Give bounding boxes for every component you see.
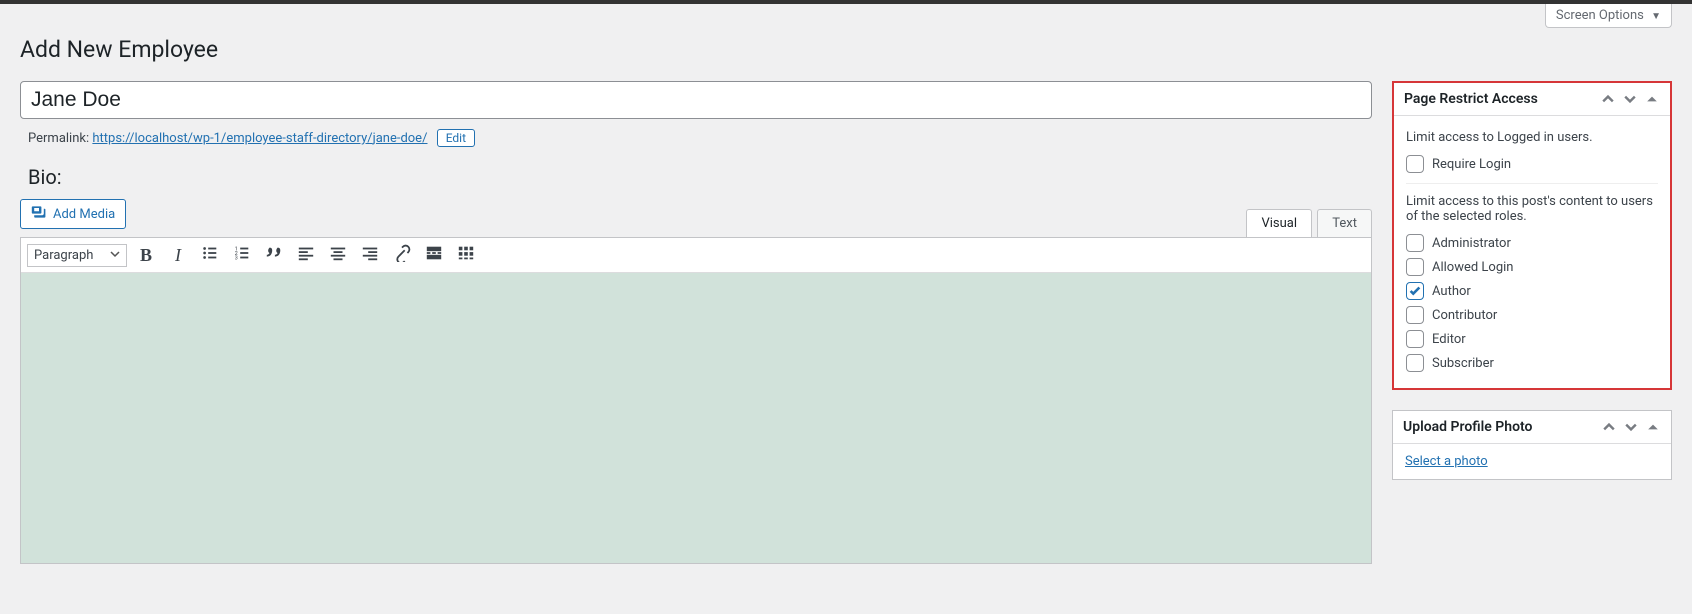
role-label: Subscriber [1432,356,1494,371]
permalink-row: Permalink: https://localhost/wp-1/employ… [28,129,1372,147]
add-media-label: Add Media [53,207,115,222]
media-icon [31,204,47,224]
restrict-desc-1: Limit access to Logged in users. [1406,130,1658,145]
role-checkbox-allowed-login[interactable]: Allowed Login [1406,258,1658,276]
align-right-icon [361,244,379,266]
link-icon [393,244,411,266]
page-restrict-access-panel: Page Restrict Access Limit access to Log… [1392,81,1672,390]
move-down-icon[interactable] [1622,91,1638,107]
italic-button[interactable]: I [165,242,191,268]
role-checkbox-subscriber[interactable]: Subscriber [1406,354,1658,372]
add-media-button[interactable]: Add Media [20,199,126,229]
role-checkbox-editor[interactable]: Editor [1406,330,1658,348]
restrict-panel-title: Page Restrict Access [1404,91,1538,107]
require-login-label: Require Login [1432,157,1511,172]
checkbox-icon [1406,258,1424,276]
screen-options-label: Screen Options [1556,8,1644,23]
bio-label: Bio: [28,165,1372,189]
page-title: Add New Employee [20,36,1672,63]
bullet-list-button[interactable] [197,242,223,268]
quote-icon [265,244,283,266]
permalink-slug: jane-doe/ [373,131,428,146]
toolbar-toggle-icon [457,244,475,266]
edit-permalink-button[interactable]: Edit [437,129,475,147]
format-select[interactable]: Paragraph [27,244,127,267]
role-checkbox-administrator[interactable]: Administrator [1406,234,1658,252]
move-up-icon[interactable] [1600,91,1616,107]
toggle-panel-icon[interactable] [1645,419,1661,435]
require-login-checkbox[interactable]: Require Login [1406,155,1658,173]
permalink-link[interactable]: https://localhost/wp-1/employee-staff-di… [92,131,427,146]
checkbox-icon [1406,282,1424,300]
format-label: Paragraph [34,248,93,263]
role-checkbox-author[interactable]: Author [1406,282,1658,300]
blockquote-button[interactable] [261,242,287,268]
checkbox-icon [1406,234,1424,252]
italic-icon: I [175,245,181,266]
align-center-icon [329,244,347,266]
svg-text:3: 3 [235,255,238,261]
bold-icon: B [140,245,152,266]
link-button[interactable] [389,242,415,268]
align-left-button[interactable] [293,242,319,268]
role-label: Administrator [1432,236,1511,251]
toolbar-toggle-button[interactable] [453,242,479,268]
align-center-button[interactable] [325,242,351,268]
role-label: Author [1432,284,1471,299]
numbered-list-icon: 123 [233,244,251,266]
bullet-list-icon [201,244,219,266]
role-label: Allowed Login [1432,260,1514,275]
read-more-button[interactable] [421,242,447,268]
permalink-label: Permalink: [28,131,89,146]
move-down-icon[interactable] [1623,419,1639,435]
role-checkbox-contributor[interactable]: Contributor [1406,306,1658,324]
upload-profile-photo-panel: Upload Profile Photo Select a photo [1392,410,1672,480]
numbered-list-button[interactable]: 123 [229,242,255,268]
tab-text[interactable]: Text [1317,209,1372,237]
checkbox-icon [1406,306,1424,324]
caret-down-icon: ▼ [1651,11,1661,22]
checkbox-icon [1406,330,1424,348]
photo-panel-title: Upload Profile Photo [1403,419,1532,435]
role-label: Contributor [1432,308,1497,323]
post-title-input[interactable] [20,81,1372,119]
role-label: Editor [1432,332,1466,347]
editor-content-area[interactable] [21,273,1371,563]
screen-options-button[interactable]: Screen Options ▼ [1545,4,1672,28]
bold-button[interactable]: B [133,242,159,268]
caret-down-icon [110,248,120,263]
editor: Paragraph B I 123 [20,237,1372,564]
align-right-button[interactable] [357,242,383,268]
align-left-icon [297,244,315,266]
editor-toolbar: Paragraph B I 123 [21,238,1371,273]
toggle-panel-icon[interactable] [1644,91,1660,107]
checkbox-icon [1406,354,1424,372]
restrict-desc-2: Limit access to this post's content to u… [1406,194,1658,224]
move-up-icon[interactable] [1601,419,1617,435]
select-photo-link[interactable]: Select a photo [1405,454,1488,469]
tab-visual[interactable]: Visual [1246,209,1312,237]
read-more-icon [425,244,443,266]
checkbox-icon [1406,155,1424,173]
